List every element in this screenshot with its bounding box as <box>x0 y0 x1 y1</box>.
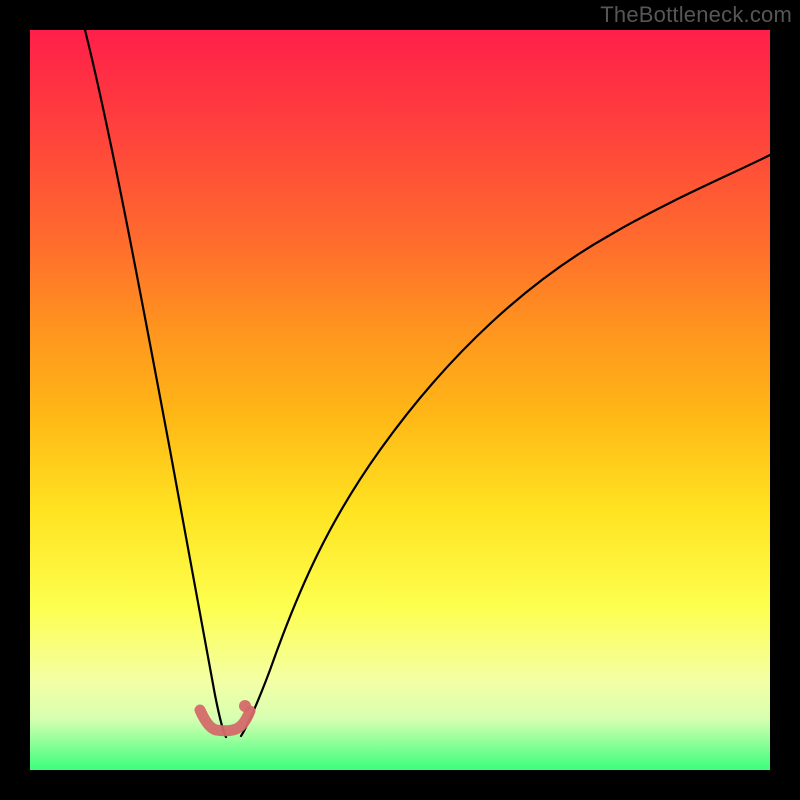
chart-frame: TheBottleneck.com <box>0 0 800 800</box>
right-curve <box>241 155 770 736</box>
marker-cluster <box>200 710 250 731</box>
plot-area <box>30 30 770 770</box>
marker-extra-dot <box>239 700 251 712</box>
watermark-label: TheBottleneck.com <box>600 2 792 28</box>
curves-svg <box>30 30 770 770</box>
left-curve <box>85 30 226 737</box>
